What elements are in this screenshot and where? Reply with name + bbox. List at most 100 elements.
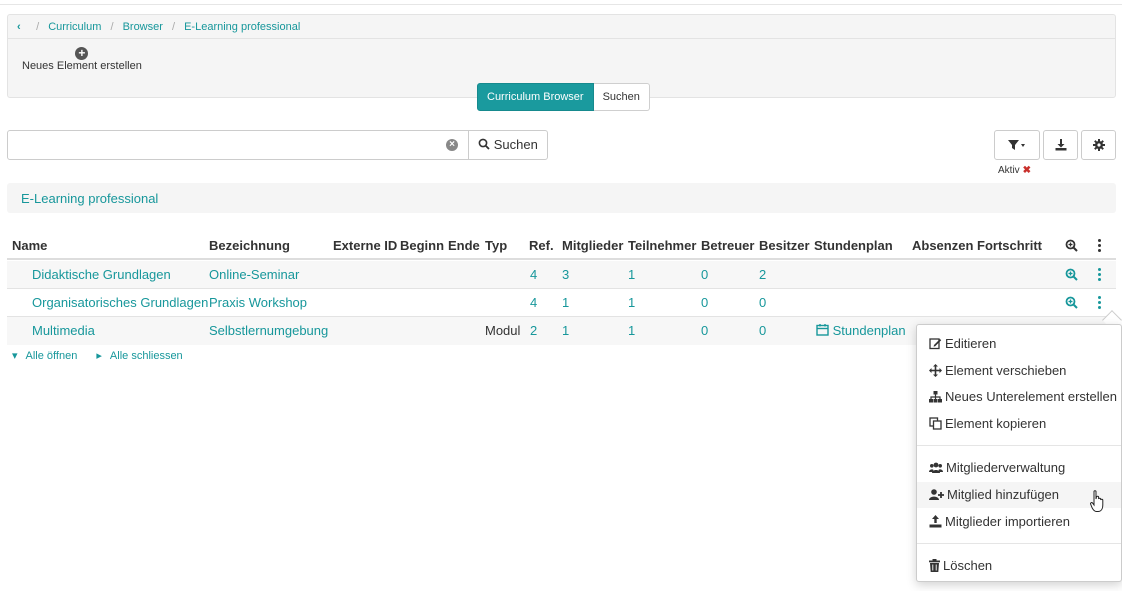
row-bezeichnung-link[interactable]: Selbstlernumgebung (209, 323, 328, 338)
row-timetable-link[interactable]: Stundenplan (816, 323, 906, 338)
menu-item-member-management[interactable]: Mitgliederverwaltung (929, 460, 1065, 475)
menu-item-move[interactable]: Element verschieben (929, 363, 1066, 378)
menu-item-edit[interactable]: Editieren (929, 336, 996, 351)
clear-search-icon[interactable]: × (446, 139, 458, 151)
breadcrumb-curriculum[interactable]: Curriculum (48, 21, 101, 33)
new-element-button[interactable]: + Neues Element erstellen (22, 47, 142, 72)
col-header-bezeichnung[interactable]: Bezeichnung (209, 238, 290, 253)
filter-icon (1008, 140, 1025, 150)
menu-item-import-members[interactable]: Mitglieder importieren (929, 514, 1070, 529)
row-options-icon[interactable] (1098, 268, 1101, 286)
row-owners-count[interactable]: 0 (759, 323, 766, 338)
col-header-stundenplan[interactable]: Stundenplan (814, 238, 893, 253)
settings-button[interactable] (1081, 130, 1116, 160)
tab-curriculum-browser[interactable]: Curriculum Browser (477, 83, 594, 111)
context-menu: Editieren Element verschieben Neues Unte… (916, 324, 1122, 582)
menu-item-delete[interactable]: Löschen (929, 558, 992, 573)
users-icon (929, 462, 943, 473)
collapse-all-link[interactable]: ▸ Alle schliessen (96, 350, 190, 362)
row-coaches-count[interactable]: 0 (701, 295, 708, 310)
magnifier-icon (478, 138, 490, 150)
move-icon (929, 364, 942, 377)
filter-button[interactable] (994, 130, 1040, 160)
zoom-column-icon (1065, 239, 1078, 255)
breadcrumb-browser[interactable]: Browser (123, 21, 163, 33)
row-members-count[interactable]: 3 (562, 267, 569, 282)
row-coaches-count[interactable]: 0 (701, 323, 708, 338)
row-zoom-icon[interactable] (1065, 268, 1078, 284)
edit-icon (929, 338, 942, 350)
copy-icon (929, 417, 942, 430)
col-header-ref[interactable]: Ref. (529, 238, 554, 253)
col-header-mitglieder[interactable]: Mitglieder (562, 238, 623, 253)
table-header: Name Bezeichnung Externe ID Beginn Ende … (7, 232, 1116, 260)
gear-icon (1092, 139, 1105, 151)
view-tabs: Curriculum Browser Suchen (477, 83, 650, 111)
col-header-ende[interactable]: Ende (448, 238, 480, 253)
row-name-link[interactable]: Organisatorisches Grundlagen (32, 295, 208, 310)
col-header-teilnehmer[interactable]: Teilnehmer (628, 238, 696, 253)
row-members-count[interactable]: 1 (562, 323, 569, 338)
calendar-icon (816, 324, 829, 336)
row-ref-count[interactable]: 2 (530, 323, 537, 338)
section-header: E-Learning professional (7, 183, 1116, 213)
download-button[interactable] (1043, 130, 1078, 160)
row-zoom-icon[interactable] (1065, 296, 1078, 312)
menu-item-new-subelement[interactable]: Neues Unterelement erstellen (929, 389, 1117, 404)
row-bezeichnung-link[interactable]: Praxis Workshop (209, 295, 307, 310)
row-ref-count[interactable]: 4 (530, 267, 537, 282)
back-chevron-icon[interactable]: ‹ (17, 15, 27, 39)
col-header-beginn[interactable]: Beginn (400, 238, 444, 253)
tab-search[interactable]: Suchen (593, 83, 650, 111)
col-header-absenzen[interactable]: Absenzen (912, 238, 973, 253)
caret-right-icon: ▸ (96, 350, 102, 362)
col-header-fortschritt[interactable]: Fortschritt (977, 238, 1042, 253)
row-name-link[interactable]: Multimedia (32, 323, 95, 338)
search-button[interactable]: Suchen (468, 130, 548, 160)
col-header-externe-id[interactable]: Externe ID (333, 238, 397, 253)
row-timetable-label: Stundenplan (832, 323, 906, 338)
menu-item-label: Element verschieben (945, 363, 1067, 378)
row-coaches-count[interactable]: 0 (701, 267, 708, 282)
row-options-icon[interactable] (1098, 296, 1101, 314)
collapse-all-label: Alle schliessen (109, 350, 183, 362)
row-name-link[interactable]: Didaktische Grundlagen (32, 267, 171, 282)
upload-icon (929, 515, 942, 528)
col-header-name[interactable]: Name (12, 238, 47, 253)
menu-item-label: Neues Unterelement erstellen (945, 389, 1117, 404)
row-participants-count[interactable]: 1 (628, 323, 635, 338)
sitemap-icon (929, 391, 942, 403)
row-owners-count[interactable]: 0 (759, 295, 766, 310)
section-title[interactable]: E-Learning professional (21, 191, 158, 206)
menu-item-copy[interactable]: Element kopieren (929, 416, 1046, 431)
remove-filter-icon[interactable]: ✖ (1023, 165, 1031, 176)
row-members-count[interactable]: 1 (562, 295, 569, 310)
col-header-betreuer[interactable]: Betreuer (701, 238, 754, 253)
search-input[interactable]: × (7, 130, 469, 160)
row-participants-count[interactable]: 1 (628, 295, 635, 310)
col-header-typ[interactable]: Typ (485, 238, 507, 253)
col-header-besitzer[interactable]: Besitzer (759, 238, 810, 253)
row-ref-count[interactable]: 4 (530, 295, 537, 310)
tree-controls: ▾ Alle öffnen ▸ Alle schliessen (12, 349, 199, 362)
menu-item-add-member[interactable]: Mitglied hinzufügen (929, 487, 1059, 502)
menu-divider (917, 445, 1121, 446)
column-options-icon[interactable] (1098, 239, 1101, 257)
menu-item-label: Element kopieren (945, 416, 1047, 431)
row-owners-count[interactable]: 2 (759, 267, 766, 282)
caret-down-icon: ▾ (12, 350, 18, 362)
hand-pointer-cursor-icon (1090, 490, 1104, 512)
expand-all-link[interactable]: ▾ Alle öffnen (12, 350, 85, 362)
menu-item-label: Löschen (943, 558, 993, 573)
expand-all-label: Alle öffnen (25, 350, 78, 362)
menu-item-label: Editieren (945, 336, 997, 351)
new-element-label: Neues Element erstellen (22, 60, 142, 72)
active-filter-tag: Aktiv ✖ (998, 165, 1031, 176)
table-row: Organisatorisches Grundlagen Praxis Work… (7, 289, 1116, 317)
menu-item-label: Mitglied hinzufügen (947, 487, 1060, 502)
row-bezeichnung-link[interactable]: Online-Seminar (209, 267, 299, 282)
breadcrumb-current[interactable]: E-Learning professional (184, 21, 300, 33)
menu-item-label: Mitgliederverwaltung (946, 460, 1066, 475)
row-participants-count[interactable]: 1 (628, 267, 635, 282)
breadcrumb-separator: / (36, 21, 40, 33)
